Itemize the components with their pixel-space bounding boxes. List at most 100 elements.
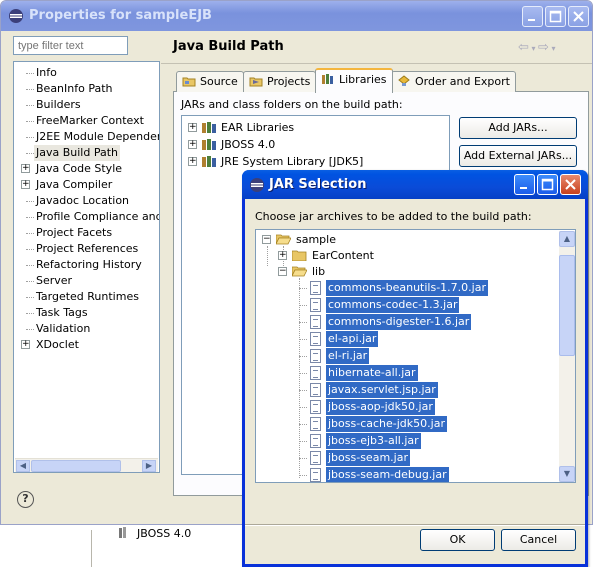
separator	[161, 63, 592, 64]
tree-connector	[299, 475, 307, 476]
tree-connector	[26, 329, 34, 330]
nav-item-label: Java Compiler	[36, 178, 113, 191]
maximize-button[interactable]	[545, 6, 566, 27]
nav-item-label: Project References	[36, 242, 139, 255]
tree-connector	[299, 305, 307, 306]
scroll-thumb[interactable]	[559, 255, 575, 356]
jar-item-label: jboss-ejb3-all.jar	[326, 433, 421, 449]
tree-connector	[299, 356, 307, 357]
nav-horizontal-scrollbar[interactable]: ◀ ▶	[15, 458, 158, 472]
jar-item-label: javax.servlet.jsp.jar	[326, 382, 438, 398]
order-export-icon	[398, 75, 410, 86]
back-arrow-icon[interactable]: ⇦	[518, 40, 529, 55]
scroll-left-icon[interactable]: ◀	[16, 460, 30, 472]
background-divider	[91, 530, 92, 567]
dialog-instruction: Choose jar archives to be added to the b…	[255, 210, 532, 223]
library-icon	[202, 139, 216, 150]
close-icon	[573, 11, 584, 22]
jar-file-icon	[310, 434, 321, 448]
dialog-separator	[245, 524, 585, 526]
tree-connector	[26, 313, 34, 314]
tree-connector	[26, 137, 34, 138]
jar-selection-dialog: JAR Selection Choose jar archives to be …	[242, 170, 588, 567]
jar-file-icon	[310, 417, 321, 431]
jar-item-label: el-api.jar	[326, 331, 379, 347]
jar-file-icon	[310, 349, 321, 363]
minimize-icon	[528, 19, 535, 21]
expand-icon[interactable]: +	[188, 140, 197, 149]
nav-item-label: FreeMarker Context	[36, 114, 144, 127]
expand-icon[interactable]: +	[21, 164, 30, 173]
add-jars-button[interactable]: Add JARs...	[459, 117, 577, 139]
eclipse-icon	[250, 178, 264, 192]
nav-item-label: Java Code Style	[36, 162, 123, 175]
collapse-icon[interactable]: −	[262, 235, 271, 244]
close-button[interactable]	[568, 6, 589, 27]
ok-button[interactable]: OK	[420, 529, 495, 551]
nav-item-label: Javadoc Location	[36, 194, 130, 207]
scroll-right-icon[interactable]: ▶	[142, 460, 156, 472]
cancel-button[interactable]: Cancel	[501, 529, 576, 551]
jar-item-label: jboss-aop-jdk50.jar	[326, 399, 435, 415]
tree-connector	[299, 424, 307, 425]
source-folder-icon	[182, 77, 196, 87]
jar-file-icon	[310, 281, 321, 295]
minimize-button[interactable]	[522, 6, 543, 27]
open-folder-icon	[276, 234, 291, 245]
tab-order-and-export[interactable]: Order and Export	[391, 71, 516, 92]
jar-item-label: jboss-cache-jdk50.jar	[326, 416, 447, 432]
jar-item-label: hibernate-all.jar	[326, 365, 418, 381]
tab-source[interactable]: Source	[176, 71, 244, 92]
jar-tree[interactable]: − sample + EarContent − lib commons-bean…	[255, 229, 576, 483]
tree-connector	[299, 458, 307, 459]
add-external-jars-button[interactable]: Add External JARs...	[459, 145, 577, 167]
dialog-titlebar[interactable]: JAR Selection	[242, 170, 588, 199]
projects-icon	[249, 77, 263, 87]
tab-projects[interactable]: Projects	[243, 71, 317, 92]
expand-icon[interactable]: +	[278, 251, 287, 260]
tree-connector	[26, 105, 34, 106]
page-title: Java Build Path	[173, 39, 284, 54]
expand-icon[interactable]: +	[21, 340, 30, 349]
scroll-thumb[interactable]	[31, 460, 121, 472]
tab-libraries[interactable]: Libraries	[315, 68, 393, 93]
nav-item-label: Task Tags	[36, 306, 88, 319]
tree-connector	[26, 249, 34, 250]
nav-item-label: Server	[36, 274, 73, 287]
nav-item-label: XDoclet	[36, 338, 79, 351]
tree-connector	[26, 89, 34, 90]
dialog-title: JAR Selection	[269, 177, 367, 192]
jar-item-label: el-ri.jar	[326, 348, 370, 364]
expand-icon[interactable]: +	[21, 180, 30, 189]
jar-file-icon	[310, 383, 321, 397]
forward-arrow-icon[interactable]: ⇨	[538, 40, 549, 55]
dialog-maximize-button[interactable]	[537, 174, 558, 195]
tree-connector	[26, 281, 34, 282]
properties-titlebar[interactable]: Properties for sampleEJB	[1, 1, 592, 31]
property-nav-tree: Info BeanInfo Path Builders FreeMarker Cont…	[13, 61, 160, 473]
close-icon	[565, 179, 576, 190]
jar-tree-scrollbar[interactable]: ▲ ▼	[559, 231, 575, 482]
jar-file-icon	[310, 315, 321, 329]
tree-connector	[26, 121, 34, 122]
expand-icon[interactable]: +	[188, 123, 197, 132]
tree-connector	[299, 441, 307, 442]
history-nav: ⇦ ▾ ⇨ ▾	[518, 40, 556, 55]
collapse-icon[interactable]: −	[278, 267, 287, 276]
tree-connector	[26, 153, 34, 154]
filter-input[interactable]	[13, 36, 128, 55]
dialog-close-button[interactable]	[560, 174, 581, 195]
scroll-down-icon[interactable]: ▼	[559, 466, 575, 482]
tree-connector	[299, 407, 307, 408]
help-icon[interactable]: ?	[17, 491, 34, 508]
nav-item-label: Java Build Path	[34, 145, 121, 161]
properties-title: Properties for sampleEJB	[29, 8, 212, 23]
folder-icon	[292, 250, 307, 261]
expand-icon[interactable]: +	[188, 157, 197, 166]
scroll-up-icon[interactable]: ▲	[559, 231, 575, 247]
tree-connector	[299, 390, 307, 391]
tree-connector	[26, 217, 34, 218]
tree-connector	[26, 73, 34, 74]
open-folder-icon	[292, 266, 307, 277]
dialog-minimize-button[interactable]	[514, 174, 535, 195]
